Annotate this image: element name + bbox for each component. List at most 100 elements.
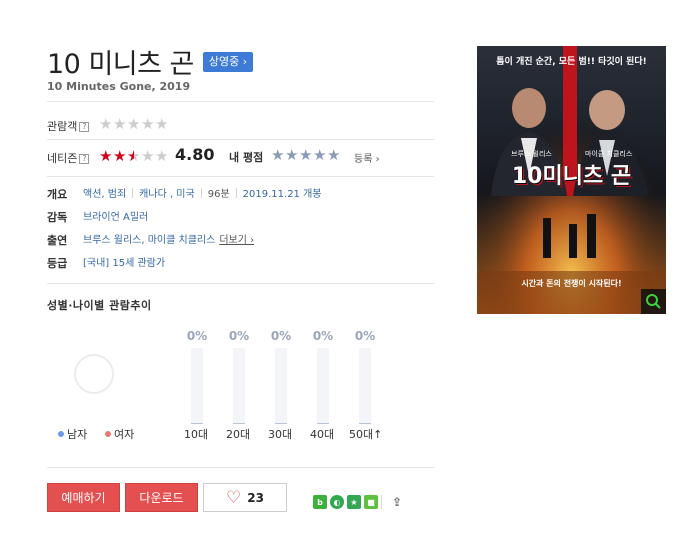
star-icon[interactable]: ★ <box>327 148 341 163</box>
netizen-rating-label: 네티즌? <box>47 150 90 166</box>
zoom-search-icon[interactable] <box>641 289 666 314</box>
bar-percent: 0% <box>270 329 292 343</box>
age-label: 50대↑ <box>349 428 383 441</box>
audience-stars: ★ ★ ★ ★ ★ <box>99 115 169 133</box>
cast-value: 브루스 윌리스, 마이클 치클리스 더보기 › <box>83 231 254 246</box>
help-icon[interactable]: ? <box>79 154 90 164</box>
audience-rating-label: 관람객? <box>47 118 90 134</box>
my-rating-label: 내 평점 <box>229 151 264 164</box>
bar-track <box>359 348 371 424</box>
country-link[interactable]: 캐나다 , 미국 <box>139 185 195 200</box>
title-row: 10 미니츠 곤 상영중 › <box>47 42 254 81</box>
star-icon[interactable]: ★ <box>313 148 327 163</box>
bar-percent: 0% <box>186 329 208 343</box>
help-icon[interactable]: ? <box>79 122 90 132</box>
bar-track <box>317 348 329 424</box>
bar-fill <box>275 422 287 424</box>
register-rating-link[interactable]: 등록 › <box>354 150 380 165</box>
heart-icon: ♡ <box>226 487 242 508</box>
age-label: 20대 <box>226 428 251 441</box>
director-value: 브라이언 A밀러 <box>83 208 148 223</box>
star-icon: ★ <box>113 147 127 165</box>
age-bar-30: 0% <box>267 329 295 424</box>
bar-fill <box>359 422 371 424</box>
cast-label: 출연 <box>47 234 68 247</box>
legend-label: 여자 <box>114 428 135 441</box>
bar-percent: 0% <box>228 329 250 343</box>
poster-title: 10미니츠 곤 <box>511 164 632 189</box>
movie-subtitle: 10 Minutes Gone, 2019 <box>47 80 191 93</box>
my-rating-stars[interactable]: ★ ★ ★ ★ ★ <box>271 148 341 163</box>
download-button[interactable]: 다운로드 <box>125 483 198 512</box>
age-bar-50: 0% <box>351 329 379 424</box>
legend-dot <box>105 431 111 437</box>
cafe-icon[interactable]: ◐ <box>330 495 344 509</box>
poster-bottom-text: 시간과 돈의 전쟁이 시작된다! <box>521 279 622 288</box>
star-icon: ★ <box>141 115 155 133</box>
gender-donut-chart <box>74 354 114 394</box>
grade-label: 등급 <box>47 257 68 270</box>
like-button[interactable]: ♡ 23 <box>203 483 287 512</box>
legend-dot <box>58 431 64 437</box>
grade-value: [국내] 15세 관람가 <box>83 254 165 269</box>
age-label: 10대 <box>184 428 209 441</box>
bar-fill <box>191 422 203 424</box>
netizen-stars: ★ ★ ★ ★ ★ <box>99 147 169 165</box>
star-icon: ★ <box>127 115 141 133</box>
star-icon: ★ <box>99 115 113 133</box>
star-icon: ★ <box>141 147 155 165</box>
reserve-button[interactable]: 예매하기 <box>47 483 120 512</box>
like-count: 23 <box>247 490 264 505</box>
divider <box>47 101 434 102</box>
star-icon: ★ <box>99 147 113 165</box>
overview-values: 액션, 범죄 캐나다 , 미국 96분 2019.11.21 개봉 <box>83 185 322 200</box>
legend-label: 남자 <box>67 428 88 441</box>
status-badge[interactable]: 상영중 › <box>202 51 254 72</box>
bar-track <box>275 348 287 424</box>
star-icon: ★ <box>113 115 127 133</box>
me2-icon[interactable]: ■ <box>364 495 378 509</box>
divider <box>47 139 434 140</box>
netizen-label: 네티즌 <box>47 152 78 165</box>
age-bar-20: 0% <box>225 329 253 424</box>
director-link[interactable]: 브라이언 A밀러 <box>83 208 148 223</box>
star-icon[interactable]: ★ <box>347 495 361 509</box>
runtime: 96분 <box>207 189 230 200</box>
cast-link[interactable]: 브루스 윌리스, 마이클 치클리스 <box>83 231 215 246</box>
separator <box>132 187 134 198</box>
separator <box>235 187 237 198</box>
overview-label: 개요 <box>47 188 68 201</box>
share-icon[interactable]: ⇪ <box>390 495 404 509</box>
separator <box>381 495 387 509</box>
legend-female: 여자 <box>105 426 134 442</box>
star-icon: ★ <box>155 115 169 133</box>
blog-icon[interactable]: b <box>313 495 327 509</box>
netizen-score: 4.80 <box>175 145 215 164</box>
genre-link[interactable]: 액션, 범죄 <box>83 185 126 200</box>
bar-percent: 0% <box>312 329 334 343</box>
bar-percent: 0% <box>354 329 376 343</box>
grade-link[interactable]: [국내] 15세 관람가 <box>83 254 165 269</box>
star-icon[interactable]: ★ <box>285 148 299 163</box>
star-icon[interactable]: ★ <box>271 148 285 163</box>
divider <box>47 176 434 177</box>
release-date-link[interactable]: 2019.11.21 개봉 <box>243 185 322 200</box>
separator <box>200 187 202 198</box>
movie-title: 10 미니츠 곤 <box>47 49 194 80</box>
director-label: 감독 <box>47 211 68 224</box>
audience-label: 관람객 <box>47 120 78 133</box>
divider <box>47 283 434 284</box>
legend-male: 남자 <box>58 426 87 442</box>
trend-title: 성별·나이별 관람추이 <box>47 299 152 312</box>
movie-poster[interactable]: 틈이 개진 순간, 모든 범!! 타깃이 된다! 브루스 윌리스 마이클 치클리… <box>477 46 666 314</box>
divider <box>47 467 434 468</box>
star-icon[interactable]: ★ <box>299 148 313 163</box>
age-bar-10: 0% <box>183 329 211 424</box>
age-label: 40대 <box>310 428 335 441</box>
bar-track <box>191 348 203 424</box>
age-bar-40: 0% <box>309 329 337 424</box>
age-label: 30대 <box>268 428 293 441</box>
share-icons: b ◐ ★ ■ ⇪ <box>313 495 407 509</box>
bar-track <box>233 348 245 424</box>
more-cast-link[interactable]: 더보기 › <box>219 231 254 246</box>
